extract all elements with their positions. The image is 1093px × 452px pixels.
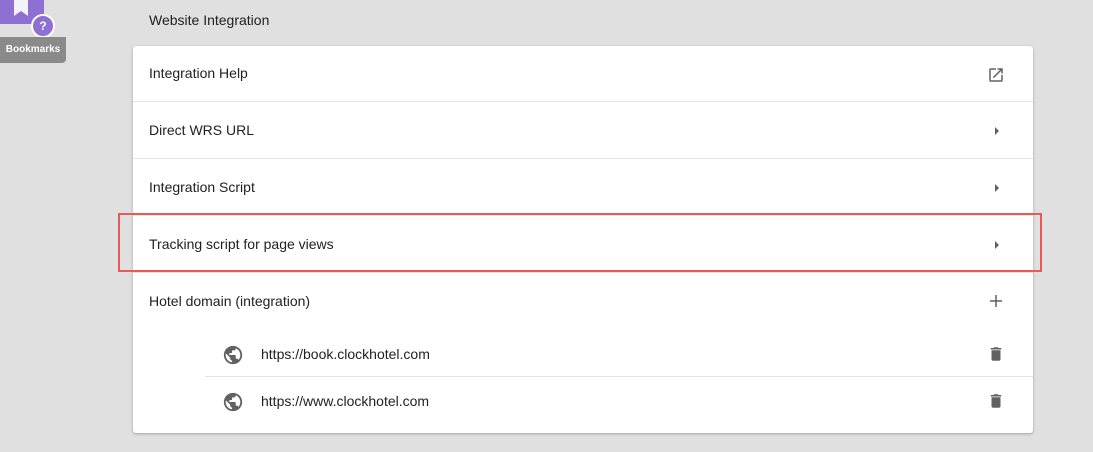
integration-card: Integration Help Direct WRS URL Integrat… (133, 46, 1033, 433)
arrow-right-icon (995, 241, 999, 249)
section-title: Website Integration (149, 12, 270, 28)
integration-script-row[interactable]: Integration Script (133, 160, 1033, 216)
row-label: Tracking script for page views (149, 236, 334, 252)
bookmarks-widget[interactable]: ? Bookmarks (0, 0, 70, 64)
plus-icon[interactable] (987, 292, 1005, 310)
globe-icon (223, 392, 243, 412)
domain-url: https://www.clockhotel.com (261, 393, 430, 409)
list-item: https://www.clockhotel.com (205, 377, 1033, 424)
tracking-script-row[interactable]: Tracking script for page views (133, 217, 1033, 273)
direct-wrs-url-row[interactable]: Direct WRS URL (133, 103, 1033, 159)
list-item: https://book.clockhotel.com (205, 330, 1033, 377)
row-label: Integration Script (149, 179, 255, 195)
trash-icon[interactable] (987, 344, 1005, 364)
domain-url: https://book.clockhotel.com (261, 346, 430, 362)
help-badge[interactable]: ? (31, 14, 55, 38)
bookmark-icon (14, 0, 28, 16)
row-label: Integration Help (149, 65, 248, 81)
trash-icon[interactable] (987, 391, 1005, 411)
open-in-new-icon[interactable] (987, 66, 1005, 84)
row-label: Direct WRS URL (149, 122, 255, 138)
arrow-right-icon (995, 184, 999, 192)
integration-help-row[interactable]: Integration Help (133, 46, 1033, 102)
hotel-domain-row: Hotel domain (integration) (133, 274, 1033, 330)
row-label: Hotel domain (integration) (149, 293, 311, 309)
globe-icon (223, 345, 243, 365)
domain-list: https://book.clockhotel.com https://www.… (205, 330, 1033, 424)
bookmarks-label[interactable]: Bookmarks (0, 37, 66, 63)
arrow-right-icon (995, 127, 999, 135)
